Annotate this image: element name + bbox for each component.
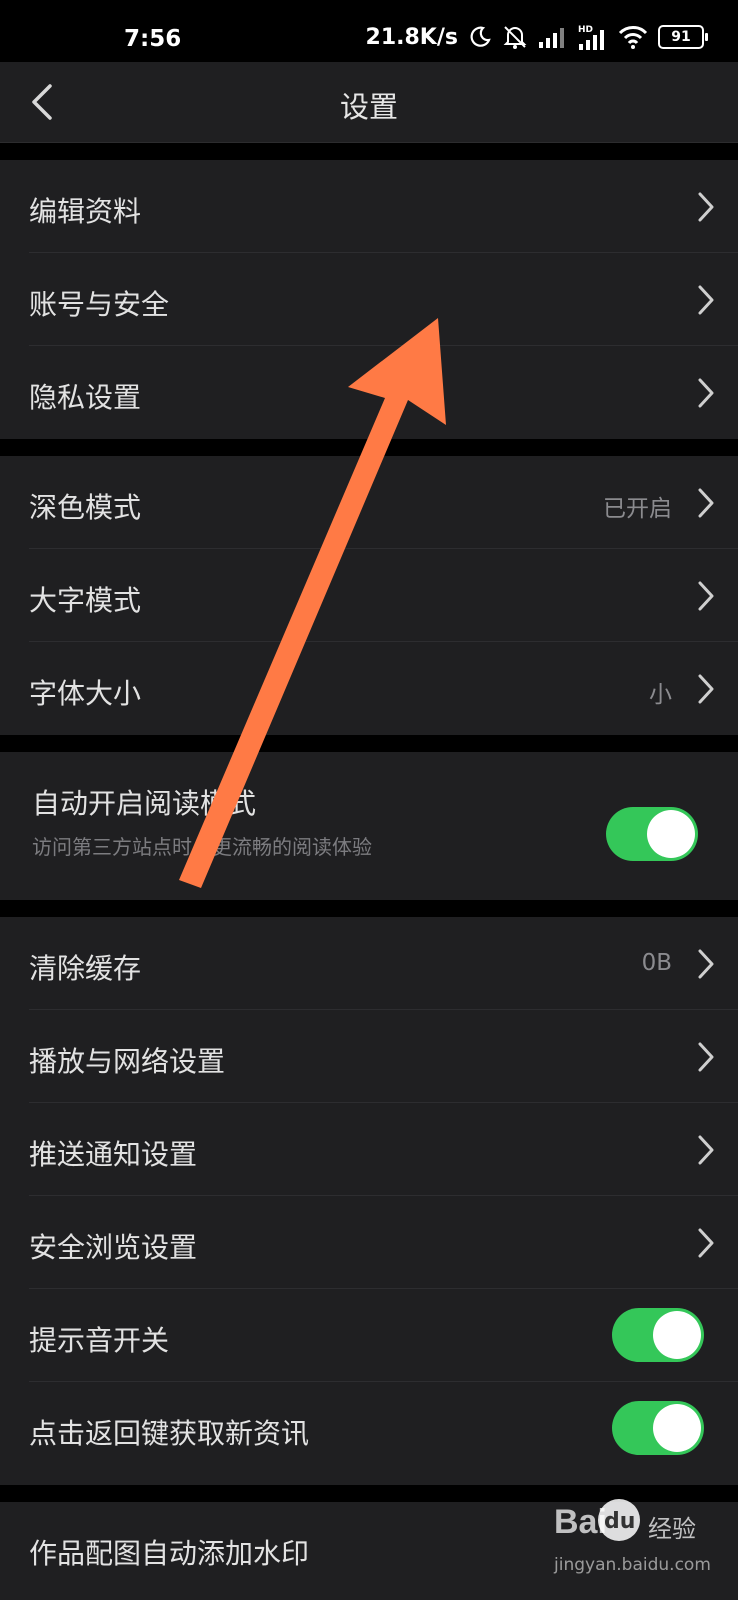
settings-row-label: 提示音开关 <box>29 1324 170 1357</box>
settings-row-label: 清除缓存 <box>29 952 142 985</box>
watermark-brand-paw: du <box>604 1509 636 1534</box>
settings-row-label: 安全浏览设置 <box>29 1231 198 1264</box>
settings-row-value: 已开启 <box>603 496 672 522</box>
settings-row-label: 作品配图自动添加水印 <box>29 1537 310 1570</box>
settings-row-value: 小 <box>649 682 672 708</box>
settings-row-label: 编辑资料 <box>29 195 142 228</box>
settings-row-label: 点击返回键获取新资讯 <box>29 1417 310 1450</box>
settings-row-large-text[interactable]: 大字模式 <box>0 549 738 642</box>
settings-row-back-refresh: 点击返回键获取新资讯 <box>0 1382 738 1475</box>
chevron-right-icon <box>698 581 714 611</box>
settings-row-notification-sound: 提示音开关 <box>0 1289 738 1382</box>
settings-row-dark-mode[interactable]: 深色模式 已开启 <box>0 456 738 549</box>
settings-row-edit-profile[interactable]: 编辑资料 <box>0 160 738 253</box>
settings-row-playback-network[interactable]: 播放与网络设置 <box>0 1010 738 1103</box>
svg-text:HD: HD <box>578 25 593 35</box>
chevron-right-icon <box>698 488 714 518</box>
reading-mode-toggle[interactable] <box>606 807 698 861</box>
notification-sound-toggle[interactable] <box>612 1308 704 1362</box>
watermark-url: jingyan.baidu.com <box>554 1555 711 1575</box>
settings-row-privacy[interactable]: 隐私设置 <box>0 346 738 439</box>
settings-row-label: 大字模式 <box>29 584 142 617</box>
settings-row-label: 推送通知设置 <box>29 1138 198 1171</box>
settings-group-misc: 清除缓存 0B 播放与网络设置 推送通知设置 安全浏览设置 提示音开关 点击返回… <box>0 917 738 1485</box>
settings-row-account-security[interactable]: 账号与安全 <box>0 253 738 346</box>
settings-row-label: 字体大小 <box>29 677 142 710</box>
settings-group-display: 深色模式 已开启 大字模式 字体大小 小 <box>0 456 738 735</box>
status-time: 7:56 <box>124 26 182 52</box>
chevron-right-icon <box>698 192 714 222</box>
chevron-right-icon <box>698 1228 714 1258</box>
chevron-right-icon <box>698 1135 714 1165</box>
back-refresh-toggle[interactable] <box>612 1401 704 1455</box>
settings-row-clear-cache[interactable]: 清除缓存 0B <box>0 917 738 1010</box>
status-bar: 7:56 21.8K/s HD 91 <box>0 0 738 62</box>
settings-row-safe-browsing[interactable]: 安全浏览设置 <box>0 1196 738 1289</box>
settings-row-sublabel: 访问第三方站点时，更流畅的阅读体验 <box>32 835 372 859</box>
chevron-right-icon <box>698 378 714 408</box>
toggle-knob <box>647 810 695 858</box>
chevron-right-icon <box>698 674 714 704</box>
page-title: 设置 <box>339 90 398 124</box>
battery-icon: 91 <box>658 25 708 49</box>
chevron-right-icon <box>698 949 714 979</box>
status-icons: 21.8K/s HD 91 <box>365 24 708 50</box>
navigation-bar: 设置 <box>0 62 738 143</box>
hd-signal-icon: HD <box>578 25 604 50</box>
wifi-icon <box>618 26 648 49</box>
settings-group-reading: 自动开启阅读模式 访问第三方站点时，更流畅的阅读体验 <box>0 752 738 900</box>
chevron-right-icon <box>698 285 714 315</box>
settings-row-label: 深色模式 <box>29 491 142 524</box>
settings-row-label: 账号与安全 <box>29 288 170 321</box>
settings-group-account: 编辑资料 账号与安全 隐私设置 <box>0 160 738 439</box>
settings-row-push-notifications[interactable]: 推送通知设置 <box>0 1103 738 1196</box>
alarm-off-icon <box>503 26 527 49</box>
settings-row-label: 隐私设置 <box>29 381 142 414</box>
toggle-knob <box>653 1404 701 1452</box>
network-speed: 21.8K/s <box>365 24 458 50</box>
settings-row-label: 自动开启阅读模式 <box>32 787 257 820</box>
chevron-right-icon <box>698 1042 714 1072</box>
settings-row-font-size[interactable]: 字体大小 小 <box>0 642 738 735</box>
moon-icon <box>470 26 491 47</box>
baidu-watermark-logo: Bai du 经验 jingyan.baidu.com <box>554 1497 734 1597</box>
signal-icon <box>539 28 564 48</box>
toggle-knob <box>653 1311 701 1359</box>
watermark-sub: 经验 <box>648 1515 696 1543</box>
settings-row-value: 0B <box>641 950 672 976</box>
settings-row-label: 播放与网络设置 <box>29 1045 226 1078</box>
